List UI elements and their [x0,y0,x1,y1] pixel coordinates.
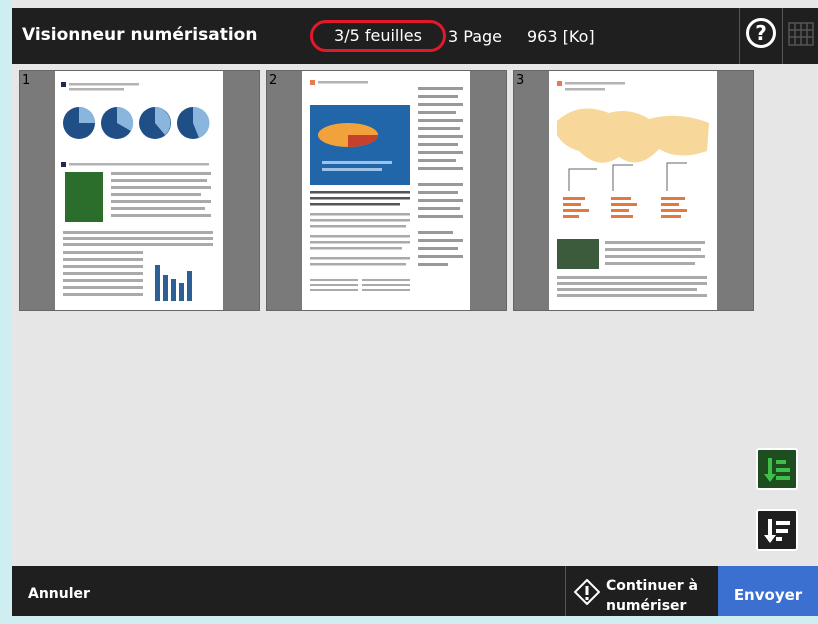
document-preview-graphic [61,82,213,301]
help-icon[interactable]: ? [746,18,776,48]
page-preview [549,71,717,310]
page-count: 3 Page [448,27,502,46]
document-preview-graphic [557,81,709,297]
continue-scan-label-line2: numériser [606,598,687,614]
rotate-right-icon [764,519,790,543]
send-button[interactable]: Envoyer [718,566,818,616]
top-bar: Visionneur numérisation 3/5 feuilles 3 P… [12,8,818,64]
document-preview-graphic [310,80,463,291]
divider [739,8,740,64]
rotate-right-button[interactable] [756,509,798,551]
thumbnail-number: 2 [269,73,278,88]
scan-viewer-window: Visionneur numérisation 3/5 feuilles 3 P… [12,0,818,616]
page-thumbnail-1[interactable]: 1 [19,70,260,311]
bottom-bar: Annuler Continuer à numériser Envoyer [12,566,818,616]
continue-scan-label-line1: Continuer à [606,578,699,594]
page-thumbnail-2[interactable]: 2 [266,70,507,311]
page-title: Visionneur numérisation [22,25,258,45]
rotate-left-icon [764,458,790,482]
divider [782,8,783,64]
thumbnail-number: 3 [516,73,525,88]
page-thumbnail-3[interactable]: 3 [513,70,754,311]
thumbnail-number: 1 [22,73,31,88]
continue-scan-icon [574,579,600,605]
page-preview [55,71,223,310]
sheet-count: 3/5 feuilles [310,20,446,52]
grid-view-icon[interactable] [788,22,814,46]
continue-scan-label: Continuer à numériser [606,576,716,616]
file-size: 963 [Ko] [527,27,595,46]
rotate-left-button[interactable] [756,448,798,490]
continue-scan-button[interactable]: Continuer à numériser [565,566,719,616]
page-preview [302,71,470,310]
cancel-button[interactable]: Annuler [28,586,90,602]
